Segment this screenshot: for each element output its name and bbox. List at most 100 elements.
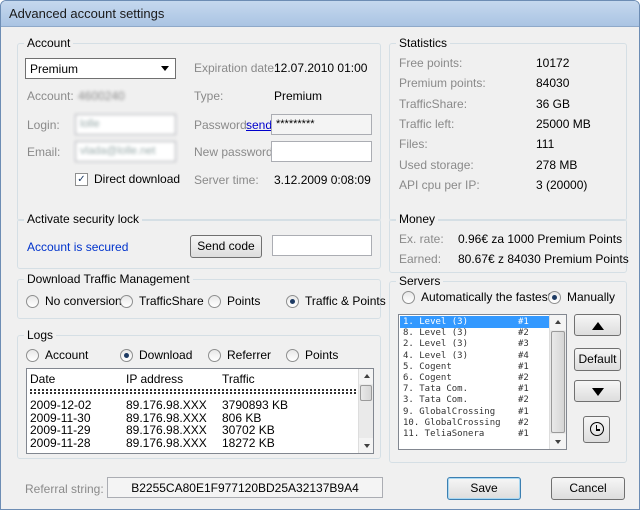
- server-number: #2: [518, 328, 529, 339]
- server-list-item[interactable]: 1. Level (3) #1: [400, 316, 550, 328]
- server-list-item[interactable]: 5. Cogent #1: [400, 361, 550, 373]
- traffic-management-group: Download Traffic Management No conversio…: [17, 272, 386, 319]
- server-mode-radio[interactable]: Manually: [548, 290, 615, 304]
- server-name: 3. Tata Com.: [403, 395, 469, 406]
- log-traffic: 18272 KB: [222, 435, 275, 450]
- traffic-radio[interactable]: Traffic & Points: [286, 294, 386, 308]
- servers-group: Servers Automatically the fastest Manuall…: [389, 274, 627, 463]
- scroll-thumb[interactable]: [551, 331, 565, 433]
- server-list-item[interactable]: 8. Level (3) #2: [400, 327, 550, 339]
- server-name: 11. TeliaSonera: [403, 429, 485, 439]
- server-number: #4: [518, 350, 529, 361]
- stat-value: 25000 MB: [536, 116, 591, 131]
- logs-list[interactable]: Date IP address Traffic 2009-12-02 89.176.9…: [26, 368, 374, 454]
- security-lock-group: Activate security lock Account is secure…: [17, 212, 381, 269]
- account-group: Account Premium Expiration date: 12.07.2…: [17, 36, 381, 221]
- server-list-item[interactable]: 7. Tata Com. #1: [400, 383, 550, 395]
- log-type-radio[interactable]: Referrer: [208, 348, 271, 362]
- log-type-radio-label: Account: [45, 348, 89, 362]
- statistics-group: Statistics Free points: 10172 Premium poin…: [389, 36, 627, 221]
- stat-value: 36 GB: [536, 96, 571, 111]
- server-list[interactable]: 1. Level (3) #1 8. Level (3) #2 2. Level (3)…: [398, 314, 567, 450]
- chevron-down-icon: [161, 66, 169, 71]
- account-type-select[interactable]: Premium: [25, 58, 176, 79]
- server-list-item[interactable]: 11. TeliaSonera #1: [400, 428, 550, 440]
- server-list-item[interactable]: 2. Level (3) #3: [400, 338, 550, 350]
- traffic-radio[interactable]: No conversion: [26, 294, 122, 308]
- clock-icon: [589, 422, 604, 436]
- new-password-label: New password:: [194, 145, 277, 159]
- advanced-account-settings-window: Advanced account settings Account Premiu…: [0, 0, 640, 510]
- server-list-item[interactable]: 6. Cogent #2: [400, 372, 550, 384]
- dialog-content: Account Premium Expiration date: 12.07.2…: [5, 27, 635, 507]
- arrow-down-icon: [591, 388, 604, 396]
- server-number: #2: [518, 395, 529, 406]
- server-number: #1: [518, 384, 529, 395]
- save-button[interactable]: Save: [447, 477, 521, 500]
- send-code-button[interactable]: Send code: [190, 235, 262, 258]
- traffic-radio[interactable]: Points: [208, 294, 260, 308]
- login-field[interactable]: lolle: [75, 114, 176, 135]
- exchange-rate-value: 0.96€ za 1000 Premium Points: [458, 232, 623, 246]
- exchange-rate-label: Ex. rate:: [399, 232, 444, 246]
- money-group-title: Money: [396, 212, 439, 226]
- arrow-up-icon: [591, 322, 604, 330]
- server-number: #2: [518, 417, 529, 428]
- type-value: Premium: [274, 89, 323, 103]
- radio-dot-icon: [208, 294, 221, 308]
- radio-dot-icon: [26, 348, 39, 362]
- scroll-down-icon[interactable]: [550, 434, 566, 449]
- scroll-down-icon[interactable]: [359, 438, 373, 453]
- email-label: Email:: [27, 145, 61, 159]
- server-name: 1. Level (3): [403, 317, 469, 327]
- window-title: Advanced account settings: [9, 6, 165, 21]
- schedule-button[interactable]: [583, 416, 610, 443]
- stat-label: Files:: [399, 137, 428, 152]
- server-list-item[interactable]: 4. Level (3) #4: [400, 350, 550, 362]
- default-servers-button[interactable]: Default: [574, 348, 621, 371]
- security-code-field[interactable]: [272, 235, 372, 256]
- log-type-radio[interactable]: Download: [120, 348, 192, 362]
- stat-label: API cpu per IP:: [399, 177, 480, 192]
- server-mode-radio-label: Automatically the fastest: [421, 290, 552, 304]
- email-field[interactable]: vlada@lolle.net: [75, 141, 176, 162]
- scroll-up-icon[interactable]: [550, 315, 566, 330]
- logs-separator: [30, 389, 356, 394]
- log-type-radio-label: Points: [305, 348, 339, 362]
- log-type-radio[interactable]: Points: [286, 348, 338, 362]
- account-label: Account:: [27, 89, 74, 103]
- logs-group: Logs Account Download Referrer Points Date I…: [17, 328, 381, 459]
- referral-string-field[interactable]: B2255CA80E1F977120BD25A32137B9A4: [107, 477, 383, 498]
- server-name: 8. Level (3): [403, 328, 469, 339]
- server-number: #2: [518, 373, 529, 383]
- traffic-radio[interactable]: TrafficShare: [120, 294, 204, 308]
- stat-label: TrafficShare:: [399, 96, 468, 111]
- scroll-thumb[interactable]: [360, 385, 372, 401]
- move-server-up-button[interactable]: [574, 314, 621, 336]
- server-list-item[interactable]: 10. GlobalCrossing #2: [400, 417, 550, 429]
- cancel-button[interactable]: Cancel: [551, 477, 625, 500]
- server-mode-radio[interactable]: Automatically the fastest: [402, 290, 551, 304]
- server-list-scrollbar[interactable]: [549, 315, 566, 449]
- logs-column-header: IP address: [126, 372, 184, 386]
- server-list-item[interactable]: 3. Tata Com. #2: [400, 394, 550, 406]
- password-field[interactable]: *********: [271, 114, 372, 135]
- server-list-item[interactable]: 9. GlobalCrossing #1: [400, 406, 550, 418]
- log-type-radio[interactable]: Account: [26, 348, 88, 362]
- checkbox-check-icon: ✓: [75, 172, 88, 186]
- move-server-down-button[interactable]: [574, 380, 621, 402]
- server-time-label: Server time:: [194, 173, 259, 187]
- expiration-date-label: Expiration date:: [194, 61, 278, 75]
- direct-download-checkbox[interactable]: ✓ Direct download: [75, 172, 180, 186]
- stat-value: 3 (20000): [536, 177, 588, 192]
- new-password-field[interactable]: [271, 141, 372, 162]
- logs-scrollbar[interactable]: [358, 369, 373, 453]
- title-bar[interactable]: Advanced account settings: [1, 1, 639, 27]
- scroll-up-icon[interactable]: [359, 369, 373, 384]
- server-name: 9. GlobalCrossing: [403, 406, 496, 417]
- password-send-link[interactable]: send: [246, 118, 272, 132]
- radio-dot-icon: [120, 294, 133, 308]
- server-name: 4. Level (3): [403, 350, 469, 361]
- security-status-text: Account is secured: [27, 240, 129, 254]
- radio-dot-icon: [26, 294, 39, 308]
